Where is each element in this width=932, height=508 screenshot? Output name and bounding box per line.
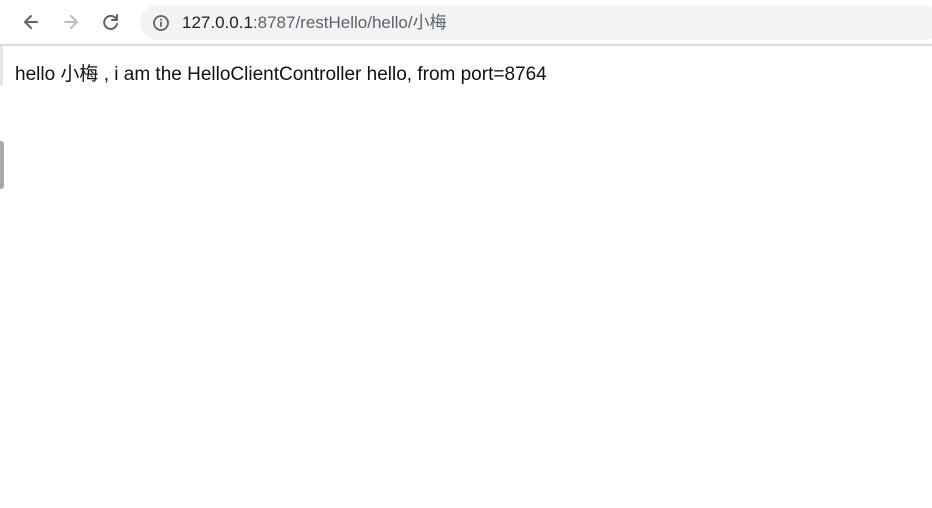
address-bar[interactable]: 127.0.0.1:8787/restHello/hello/小梅	[140, 5, 932, 40]
url-host: 127.0.0.1	[182, 13, 253, 32]
reload-icon	[101, 12, 121, 32]
arrow-left-icon	[21, 12, 41, 32]
back-button[interactable]	[17, 8, 45, 36]
scroll-thumb[interactable]	[0, 141, 4, 189]
url-path: :8787/restHello/hello/小梅	[252, 13, 447, 32]
reload-button[interactable]	[97, 8, 125, 36]
url-text[interactable]: 127.0.0.1:8787/restHello/hello/小梅	[182, 12, 447, 34]
info-circle-icon[interactable]	[152, 14, 170, 32]
response-text: hello 小梅 , i am the HelloClientControlle…	[15, 64, 547, 85]
forward-button[interactable]	[57, 8, 85, 36]
browser-toolbar: 127.0.0.1:8787/restHello/hello/小梅	[0, 0, 932, 44]
arrow-right-icon	[61, 12, 81, 32]
left-edge-strip	[0, 46, 3, 86]
page-content: hello 小梅 , i am the HelloClientControlle…	[15, 59, 547, 86]
toolbar-divider	[0, 44, 932, 46]
